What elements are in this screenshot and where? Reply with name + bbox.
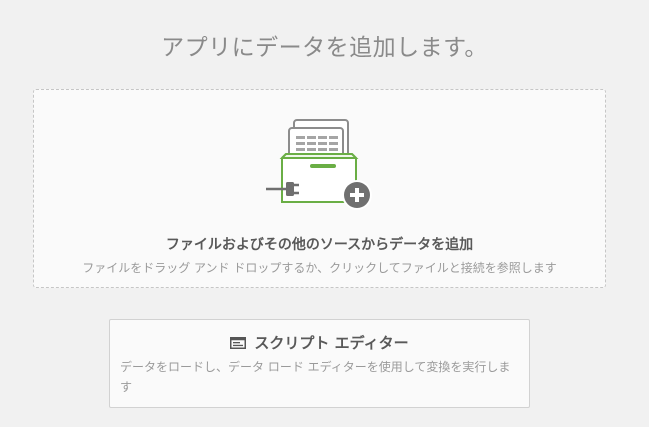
script-editor-title: スクリプト エディター <box>254 334 409 352</box>
data-source-plug-icon <box>266 119 372 210</box>
script-editor-description: データをロードし、データ ロード エディターを使用して変換を実行します <box>120 360 511 394</box>
script-editor-icon <box>230 337 247 349</box>
file-drop-zone[interactable]: ファイルおよびその他のソースからデータを追加 ファイルをドラッグ アンド ドロッ… <box>33 89 606 288</box>
drop-zone-subtitle: ファイルをドラッグ アンド ドロップするか、クリックしてファイルと接続を参照しま… <box>82 261 557 275</box>
script-editor-header: スクリプト エディター <box>110 332 529 353</box>
script-editor-button[interactable]: スクリプト エディター データをロードし、データ ロード エディターを使用して変… <box>109 319 530 408</box>
page-title: アプリにデータを追加します。 <box>161 35 488 61</box>
drop-zone-title: ファイルおよびその他のソースからデータを追加 <box>165 237 474 253</box>
